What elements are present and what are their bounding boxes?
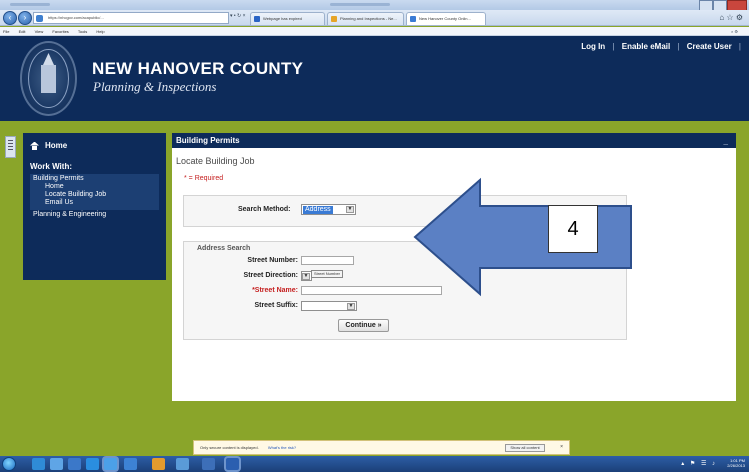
tab-webpage-expired[interactable]: Webpage has expired [250, 12, 325, 25]
menu-help[interactable]: Help [96, 29, 104, 34]
arrow-shape [413, 177, 632, 297]
taskbar-app-icon[interactable] [202, 458, 215, 470]
page-title: Locate Building Job [176, 156, 255, 166]
search-method-select[interactable]: Address ▼ [301, 204, 356, 215]
tab-favicon [331, 16, 337, 22]
tab-favicon [254, 16, 260, 22]
tab-label: Planning and Inspections - Ne... [340, 16, 397, 21]
sidebar-item-building-permits[interactable]: Building Permits [33, 175, 156, 183]
menu-favorites[interactable]: Favorites [52, 29, 68, 34]
annotation-arrow [413, 177, 632, 297]
show-all-content-button[interactable]: Show all content [505, 444, 545, 452]
forward-button[interactable]: › [18, 11, 32, 25]
sidebar-subitem-locate-building-job[interactable]: Locate Building Job [33, 191, 156, 199]
street-number-label: Street Number: [247, 257, 298, 264]
taskbar-app-icon[interactable] [104, 458, 117, 470]
work-with-heading: Work With: [30, 162, 72, 171]
security-notification-bar: Only secure content is displayed. What's… [193, 440, 570, 455]
street-name-label: *Street Name: [252, 287, 298, 294]
tab-label: Webpage has expired [263, 16, 302, 21]
link-separator: | [677, 42, 680, 51]
enable-email-link[interactable]: Enable eMail [622, 42, 670, 51]
taskbar-app-icon[interactable] [32, 458, 45, 470]
sidebar-item-home[interactable]: Home [30, 141, 159, 150]
home-star-gear-icons[interactable]: ⌂ ☆ ⚙ [719, 13, 743, 22]
taskbar-ie-icon[interactable] [86, 458, 99, 470]
tab-planning-inspections[interactable]: Planning and Inspections - Ne... [327, 12, 404, 25]
sidebar-group-building-permits: Building Permits Home Locate Building Jo… [30, 174, 159, 210]
chevron-down-icon: ▼ [346, 206, 354, 213]
sidebar-home-label: Home [45, 141, 68, 150]
system-tray-icons[interactable]: ▴ ⚑ ☰ ♪ [681, 460, 717, 467]
menu-file[interactable]: File [3, 29, 9, 34]
sidebar-subitem-home[interactable]: Home [33, 183, 156, 191]
chevron-down-icon: ▼ [347, 303, 355, 310]
grip-icon [8, 140, 13, 141]
courthouse-icon [41, 65, 56, 93]
panel-header: Building Permits _ [172, 133, 736, 148]
back-button[interactable]: ‹ [3, 11, 17, 25]
address-search-legend: Address Search [195, 245, 253, 252]
street-suffix-label: Street Suffix: [254, 302, 298, 309]
start-button[interactable] [2, 457, 16, 471]
collapse-panel-button[interactable]: _ [724, 133, 728, 148]
chevron-down-icon: ▼ [302, 273, 310, 280]
search-method-label: Search Method: [238, 206, 291, 213]
title-bar-decoration [10, 3, 50, 6]
continue-button[interactable]: Continue » [338, 319, 389, 332]
address-url: https://nhcgov.com/acapublic/... [48, 15, 104, 20]
windows-taskbar: ▴ ⚑ ☰ ♪ 1:01 PM 2/26/2013 [0, 456, 749, 472]
search-method-value: Address [303, 206, 333, 214]
browser-menu-bar: File Edit View Favorites Tools Help × ⚙ [0, 27, 749, 36]
sidebar-collapse-handle[interactable] [5, 136, 16, 158]
browser-title-bar [0, 0, 749, 11]
page-content: NEW HANOVER COUNTY Planning & Inspection… [0, 36, 749, 436]
home-icon [30, 142, 39, 150]
taskbar-app-icon[interactable] [152, 458, 165, 470]
link-separator: | [612, 42, 615, 51]
create-user-link[interactable]: Create User [687, 42, 732, 51]
tab-favicon [410, 16, 416, 22]
tab-new-hanover-online[interactable]: New Hanover County Onlin... [406, 12, 486, 25]
account-links: Log In | Enable eMail | Create User | [576, 42, 741, 51]
taskbar-app-icon[interactable] [68, 458, 81, 470]
tab-label: New Hanover County Onlin... [419, 16, 471, 21]
title-bar-decoration [330, 3, 390, 6]
menu-tools[interactable]: Tools [78, 29, 87, 34]
taskbar-app-icon[interactable] [50, 458, 63, 470]
address-bar[interactable]: https://nhcgov.com/acapublic/... [33, 12, 229, 24]
site-title: NEW HANOVER COUNTY [92, 59, 304, 78]
login-link[interactable]: Log In [581, 42, 605, 51]
callout-number-box: 4 [548, 205, 598, 253]
panel-header-title: Building Permits [176, 136, 240, 145]
close-icon[interactable]: × [560, 441, 563, 454]
menu-edit[interactable]: Edit [19, 29, 26, 34]
clock[interactable]: 1:01 PM 2/26/2013 [727, 458, 745, 468]
whats-the-risk-link[interactable]: What's the risk? [268, 445, 296, 450]
address-controls[interactable]: ▾ • ↻ × [230, 13, 246, 19]
street-number-tooltip: Street Number [311, 270, 344, 278]
site-icon [36, 15, 43, 22]
taskbar-app-icon[interactable] [124, 458, 137, 470]
link-separator: | [738, 42, 741, 51]
sidebar: Home Work With: Building Permits Home Lo… [23, 133, 166, 280]
street-suffix-select[interactable]: ▼ [301, 301, 357, 311]
notification-text: Only secure content is displayed. [200, 445, 259, 450]
sidebar-item-planning-engineering[interactable]: Planning & Engineering [30, 210, 159, 219]
menu-view[interactable]: View [35, 29, 44, 34]
county-seal-logo [20, 41, 77, 116]
street-direction-label: Street Direction: [243, 272, 298, 279]
street-number-input[interactable] [301, 256, 354, 265]
sidebar-subitem-email-us[interactable]: Email Us [33, 199, 156, 207]
clock-date: 2/26/2013 [727, 463, 745, 468]
taskbar-word-icon[interactable] [226, 458, 239, 470]
site-subtitle: Planning & Inspections [93, 79, 217, 94]
taskbar-app-icon[interactable] [176, 458, 189, 470]
browser-nav-bar: ‹ › https://nhcgov.com/acapublic/... ▾ •… [0, 10, 749, 26]
site-header: NEW HANOVER COUNTY Planning & Inspection… [0, 36, 749, 121]
menu-bar-right-icons[interactable]: × ⚙ [731, 27, 738, 36]
